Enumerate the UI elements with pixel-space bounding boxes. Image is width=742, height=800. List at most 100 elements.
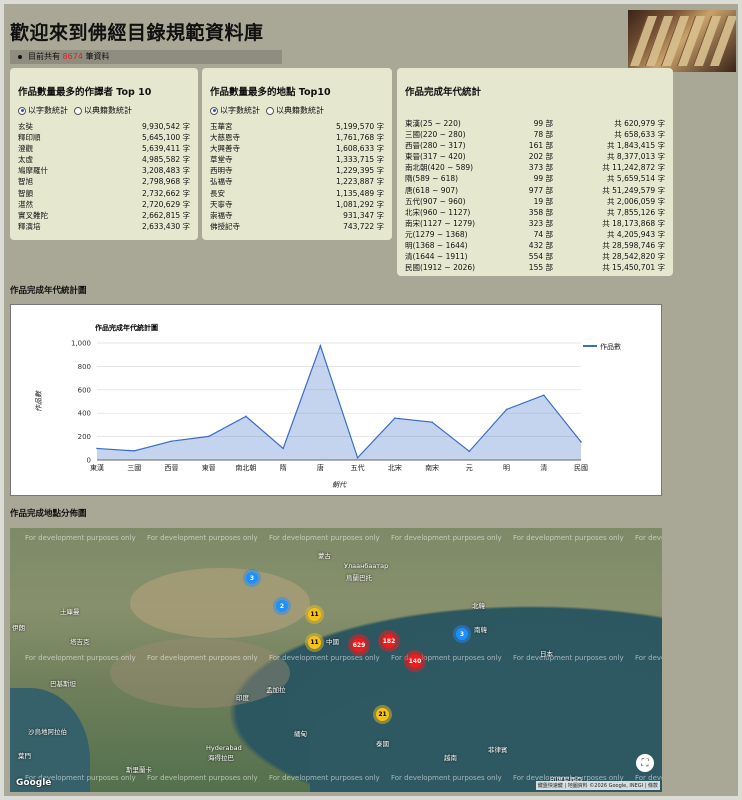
stat-chars: 共 620,979 字 [614, 119, 665, 128]
stat-chars: 共 28,542,820 字 [602, 252, 665, 262]
stat-value: 1,761,768 字 [335, 133, 384, 143]
stat-row: 隋(589 ~ 618) 99 部 共 5,659,514 字 [405, 173, 665, 184]
stat-name: 釋演培 [18, 221, 41, 231]
map-watermark: For development purposes only [513, 534, 624, 542]
stat-row: 澄觀 5,639,411 字 [18, 143, 190, 154]
map-watermark: For development purposes only [269, 654, 380, 662]
radio-by-chars[interactable]: 以字數統計 [18, 105, 68, 116]
fullscreen-icon[interactable]: ⛶ [636, 754, 654, 772]
radio-empty-icon [266, 106, 274, 115]
x-tick-label: 南北朝 [235, 463, 256, 472]
stat-era: 東晉(317 ~ 420) [405, 152, 466, 162]
map-cluster-marker[interactable]: 629 [352, 638, 366, 652]
map-cluster-marker[interactable]: 3 [456, 628, 468, 640]
x-tick-label: 明 [503, 464, 510, 472]
stat-chars: 共 5,659,514 字 [607, 174, 665, 184]
stat-value: 1,333,715 字 [335, 155, 384, 165]
stat-count: 554 部 [528, 252, 553, 262]
map-label: 孟加拉 [266, 686, 286, 694]
stat-value: 931,347 字 [343, 210, 384, 220]
map-label: Улаанбаатар [344, 562, 389, 570]
map-cluster-marker[interactable]: 140 [408, 654, 422, 668]
location-map[interactable]: For development purposes only For develop… [10, 528, 662, 792]
era-stats-panel: 作品完成年代統計 東漢(25 ~ 220) 99 部 共 620,979 字三國(2… [397, 68, 673, 276]
stat-era: 南宋(1127 ~ 1279) [405, 218, 476, 228]
stat-name: 西明寺 [210, 166, 233, 176]
stat-name: 大慈恩寺 [210, 133, 240, 143]
radio-by-books[interactable]: 以典籍數統計 [74, 105, 132, 116]
map-label: 越南 [444, 754, 457, 762]
data-point [356, 456, 359, 459]
stat-row: 玉華宮 5,199,570 字 [210, 121, 384, 132]
map-cluster-marker[interactable]: 21 [376, 708, 389, 721]
stat-chars: 共 1,843,415 字 [607, 141, 665, 151]
stat-row: 西晉(280 ~ 317) 161 部 共 1,843,415 字 [405, 140, 665, 151]
data-point [207, 435, 210, 438]
map-cluster-marker[interactable]: 3 [246, 572, 258, 584]
stat-count: 99 部 [533, 174, 553, 184]
x-tick-label: 元 [466, 464, 473, 472]
data-point [505, 408, 508, 411]
stat-name: 佛授記寺 [210, 221, 240, 231]
stat-value: 3,208,483 字 [141, 166, 190, 176]
stat-chars: 共 28,598,746 字 [602, 241, 665, 251]
stat-row: 釋印順 5,645,100 字 [18, 132, 190, 143]
map-label: 泰國 [376, 740, 389, 748]
map-cluster-marker[interactable]: 182 [382, 634, 396, 648]
stat-chars: 共 658,633 字 [614, 130, 665, 140]
stat-value: 5,645,100 字 [141, 133, 190, 143]
stat-name: 崇福寺 [210, 210, 233, 220]
map-label: 日本 [540, 650, 553, 658]
stat-name: 玉華宮 [210, 122, 233, 131]
stat-name: 智旭 [18, 177, 33, 187]
stat-chars: 共 18,173,868 字 [602, 218, 665, 228]
stat-value: 1,223,887 字 [335, 177, 384, 187]
data-point [431, 421, 433, 424]
stat-name: 草堂寺 [210, 155, 233, 165]
page: 歡迎來到佛經目錄規範資料庫 目前共有 8674 筆資料 作品數量最多的作譯者 T… [4, 4, 738, 796]
map-watermark: For development purposes only [25, 534, 136, 542]
data-point [170, 440, 173, 442]
stat-name: 智顗 [18, 188, 33, 198]
map-cluster-marker[interactable]: 2 [276, 600, 288, 612]
y-tick-label: 1,000 [71, 340, 91, 348]
legend-label: 作品數 [600, 342, 621, 351]
map-cluster-marker[interactable]: 11 [308, 636, 321, 649]
x-tick-label: 清 [540, 463, 547, 472]
radio-by-books[interactable]: 以典籍數統計 [266, 105, 324, 116]
data-point [394, 417, 396, 419]
map-cluster-marker[interactable]: 11 [308, 608, 321, 621]
map-watermark: For development purposes only [147, 534, 258, 542]
stat-era: 明(1368 ~ 1644) [405, 241, 468, 251]
map-label: 烏蘭巴托 [346, 574, 372, 582]
stat-chars: 共 15,450,701 字 [602, 263, 665, 273]
panel-title: 作品完成年代統計 [405, 87, 482, 98]
stat-row: 大興善寺 1,608,633 字 [210, 143, 384, 154]
map-footer[interactable]: 鍵盤快速鍵 | 地圖資料 ©2026 Google, INEGI | 條款 [535, 781, 660, 790]
x-axis-label: 朝代 [332, 481, 347, 489]
map-watermark: For development purposes only [147, 654, 258, 662]
map-label: 蒙古 [318, 552, 331, 560]
y-axis-label: 作品數 [35, 390, 43, 412]
stat-name: 長安 [210, 188, 225, 198]
data-point [282, 447, 284, 450]
stat-era: 五代(907 ~ 960) [405, 196, 466, 206]
era-chart: 作品完成年代統計圖 0 200 400 600 800 1,000 東漢 三國 西晉 東晉 南北朝隋唐… [10, 304, 662, 496]
stat-row: 東晉(317 ~ 420) 202 部 共 8,377,013 字 [405, 151, 665, 162]
stat-row: 長安 1,135,489 字 [210, 188, 384, 199]
data-point [245, 415, 247, 418]
stat-row: 民國(1912 ~ 2026) 155 部 共 15,450,701 字 [405, 262, 665, 273]
stat-era: 隋(589 ~ 618) [405, 174, 459, 184]
map-watermark: For development purposes only [391, 534, 502, 542]
stat-value: 9,930,542 字 [141, 122, 190, 131]
map-label: 南韓 [474, 626, 487, 634]
radio-selected-icon [210, 106, 218, 115]
stat-row: 北宋(960 ~ 1127) 358 部 共 7,855,126 字 [405, 207, 665, 218]
stat-count: 161 部 [528, 141, 553, 151]
stat-row: 鳩摩羅什 3,208,483 字 [18, 165, 190, 176]
data-point [468, 450, 471, 453]
radio-by-chars[interactable]: 以字數統計 [210, 105, 260, 116]
stat-chars: 共 4,205,943 字 [607, 229, 665, 239]
stat-value: 1,608,633 字 [335, 144, 384, 154]
x-tick-label: 隋 [280, 463, 287, 472]
